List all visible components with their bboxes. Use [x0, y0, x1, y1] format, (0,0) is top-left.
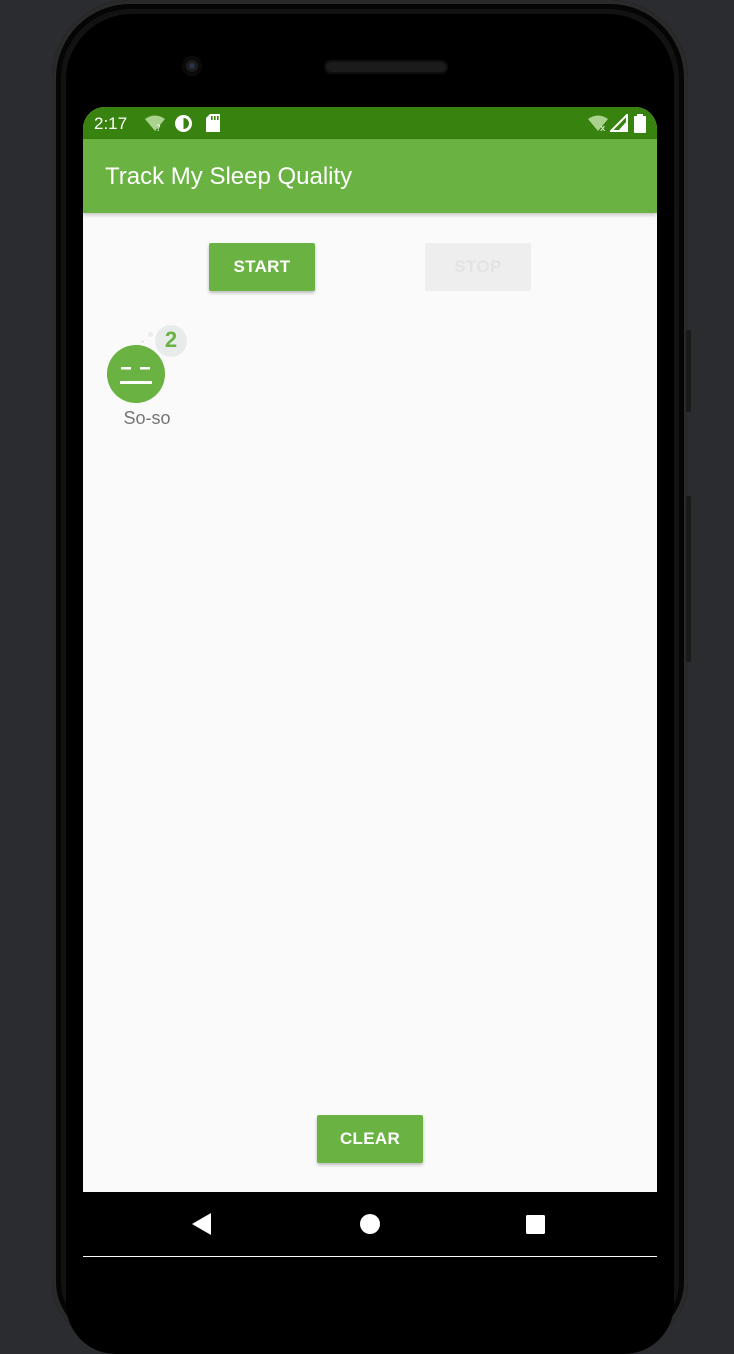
battery-icon	[634, 114, 646, 133]
app-bar: Track My Sleep Quality	[83, 139, 657, 213]
svg-text:?: ?	[156, 124, 161, 132]
status-time: 2:17	[94, 114, 128, 133]
back-icon[interactable]	[191, 1212, 213, 1236]
status-bar: 2:17 ? x	[83, 107, 657, 139]
sleep-quality-label: So-so	[123, 408, 171, 428]
home-icon[interactable]	[360, 1214, 380, 1234]
app-title: Track My Sleep Quality	[105, 163, 353, 190]
volume-button	[686, 496, 691, 662]
front-camera	[182, 56, 202, 76]
stop-button[interactable]: STOP	[425, 243, 531, 291]
thought-dot	[141, 340, 144, 343]
earpiece-speaker	[324, 60, 448, 74]
clear-button[interactable]: CLEAR	[317, 1115, 423, 1163]
cell-signal-icon	[610, 114, 628, 132]
power-button	[686, 330, 691, 412]
sleep-night-item[interactable]: 2 So-so	[103, 325, 191, 435]
quality-badge: 2	[164, 327, 178, 352]
so-so-face-icon	[107, 345, 165, 403]
svg-text:x: x	[600, 124, 606, 132]
data-saver-icon	[175, 115, 192, 132]
sd-card-icon	[206, 114, 220, 132]
wifi-no-internet-icon: x	[588, 115, 608, 132]
wifi-unknown-icon: ?	[145, 115, 165, 132]
thought-dot	[148, 332, 153, 337]
navigation-bar	[83, 1192, 657, 1256]
recents-icon[interactable]	[526, 1215, 545, 1234]
start-button[interactable]: START	[209, 243, 315, 291]
app-screen: 2:17 ? x Track My Sleep Quality START ST…	[83, 107, 657, 1257]
